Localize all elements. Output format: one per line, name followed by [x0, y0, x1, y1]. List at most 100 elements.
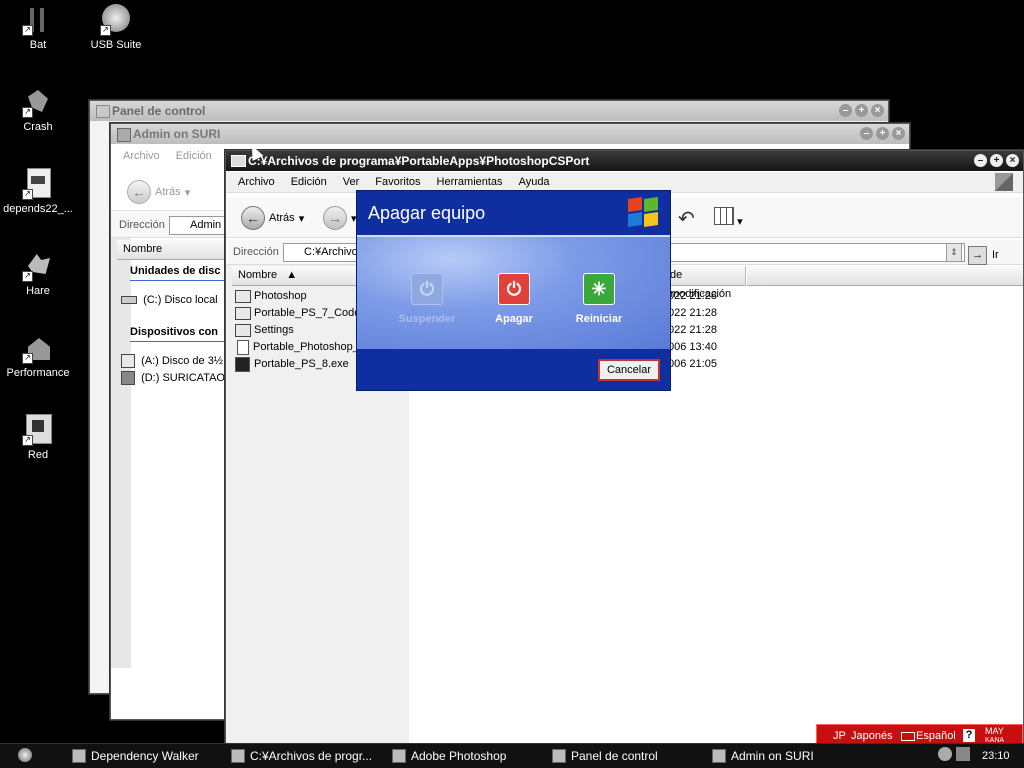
hard-drive-icon: [121, 296, 137, 305]
back-button[interactable]: ← Atrás ▾: [241, 206, 304, 230]
task-dependency-walker[interactable]: Dependency Walker: [72, 747, 199, 765]
computer-icon: [712, 749, 726, 763]
file-date: 022 21:28: [668, 324, 717, 336]
minimize-button[interactable]: –: [974, 154, 987, 167]
app-icon: [72, 749, 86, 763]
task-explorer[interactable]: C:¥Archivos de progr...: [231, 747, 372, 765]
column-header-modified[interactable]: de modificación: [664, 266, 746, 300]
menu-herramientas[interactable]: Herramientas: [429, 172, 511, 192]
tray-icon-network[interactable]: [956, 747, 970, 761]
maximize-button[interactable]: +: [990, 154, 1003, 167]
desktop-icon-hare[interactable]: ↗ Hare: [0, 250, 76, 297]
address-dropdown-button[interactable]: ⇕: [946, 243, 962, 262]
menu-ver[interactable]: Ver: [335, 172, 368, 192]
desktop-icon-depends[interactable]: ↗ depends22_...: [0, 168, 76, 215]
file-row[interactable]: Settings: [235, 322, 294, 339]
menu-archivo[interactable]: Archivo: [115, 146, 168, 166]
folder-icon: [231, 749, 245, 763]
column-header-name[interactable]: Nombre ▲: [232, 266, 359, 286]
suspend-button: ⏻ Suspender: [382, 273, 472, 325]
maximize-button[interactable]: +: [876, 127, 889, 140]
performance-icon: ↗: [22, 332, 54, 364]
close-button[interactable]: ×: [1006, 154, 1019, 167]
desktop-icon-crash[interactable]: ↗ Crash: [0, 86, 76, 133]
control-panel-titlebar[interactable]: Panel de control – + ×: [90, 101, 888, 121]
help-icon[interactable]: ?: [963, 729, 975, 742]
section-header-drives: Unidades de disc: [130, 265, 221, 277]
folder-icon: [235, 289, 251, 303]
task-control-panel[interactable]: Panel de control: [552, 747, 658, 765]
cancel-button[interactable]: Cancelar: [598, 359, 660, 381]
keyboard-icon: [901, 732, 915, 741]
undo-icon[interactable]: ↶: [678, 206, 695, 231]
file-row[interactable]: Portable_Photoshop_: [237, 339, 359, 356]
forward-button[interactable]: → ▾: [323, 206, 357, 230]
menu-edicion[interactable]: Edición: [168, 146, 220, 166]
restart-icon: ✳: [583, 273, 615, 305]
task-admin[interactable]: Admin on SURI: [712, 747, 814, 765]
minimize-button[interactable]: –: [860, 127, 873, 140]
bat-icon: ↗: [22, 4, 54, 36]
windows-flag-icon: [628, 197, 658, 227]
cd-drive-icon: [121, 371, 135, 386]
restart-button[interactable]: ✳ Reiniciar: [554, 273, 644, 325]
maximize-button[interactable]: +: [855, 104, 868, 117]
explorer-titlebar[interactable]: C:¥Archivos de programa¥PortableApps¥Pho…: [226, 151, 1023, 171]
file-row[interactable]: Portable_PS_8.exe: [235, 356, 349, 373]
drive-label: (D:) SURICATAO.: [141, 372, 229, 384]
desktop-icon-label: Crash: [23, 121, 53, 133]
go-button[interactable]: → Ir: [968, 243, 999, 267]
close-button[interactable]: ×: [871, 104, 884, 117]
folder-icon: [235, 306, 251, 320]
menu-edicion[interactable]: Edición: [283, 172, 335, 192]
desktop-icon-label: depends22_...: [3, 203, 73, 215]
close-button[interactable]: ×: [892, 127, 905, 140]
back-button[interactable]: ← Atrás ▾: [127, 180, 190, 204]
suspend-label: Suspender: [398, 313, 456, 325]
address-label: Dirección: [233, 246, 279, 258]
text-document-icon: [237, 339, 249, 355]
drive-a-item[interactable]: (A:) Disco de 3½: [121, 353, 223, 370]
shutdown-button[interactable]: ⏻ Apagar: [469, 273, 559, 325]
desktop-icon-red[interactable]: ↗ Red: [0, 414, 76, 461]
desktop-icon-label: USB Suite: [90, 39, 142, 51]
computer-icon: [117, 128, 131, 142]
start-button[interactable]: [18, 748, 32, 762]
column-header-name[interactable]: Nombre: [117, 240, 230, 260]
file-row[interactable]: Portable_PS_7_Code: [235, 305, 360, 322]
menu-archivo[interactable]: Archivo: [230, 172, 283, 192]
file-name: Portable_PS_8.exe: [254, 358, 349, 370]
file-date: 022 21:28: [668, 290, 717, 302]
drive-d-item[interactable]: (D:) SURICATAO.: [121, 370, 228, 387]
drive-label: (C:) Disco local: [143, 294, 218, 306]
dropdown-arrow-icon: ▾: [737, 216, 743, 228]
menu-favoritos[interactable]: Favoritos: [367, 172, 428, 192]
views-grid-icon: [714, 207, 734, 225]
minimize-button[interactable]: –: [839, 104, 852, 117]
shutdown-dialog[interactable]: Apagar equipo ⏻ Suspender ⏻ Apagar ✳ Rei…: [356, 190, 671, 391]
file-name: Photoshop: [254, 290, 307, 302]
clock[interactable]: 23:10: [982, 747, 1010, 765]
floppy-icon: [121, 354, 135, 369]
drive-c-item[interactable]: (C:) Disco local: [121, 292, 218, 309]
menu-ayuda[interactable]: Ayuda: [511, 172, 558, 192]
file-date: 006 21:05: [668, 358, 717, 370]
admin-titlebar[interactable]: Admin on SURI – + ×: [111, 124, 909, 144]
desktop-icon-performance[interactable]: ↗ Performance: [0, 332, 76, 379]
desktop-icon-bat[interactable]: ↗ Bat: [0, 4, 76, 51]
photoshop-icon: [392, 749, 406, 763]
file-date: 022 21:28: [668, 307, 717, 319]
dialog-header: Apagar equipo: [357, 191, 670, 235]
folder-icon: [231, 155, 246, 167]
task-photoshop[interactable]: Adobe Photoshop: [392, 747, 506, 765]
file-row[interactable]: Photoshop: [235, 288, 307, 305]
dropdown-arrow-icon: ▾: [298, 212, 305, 225]
tray-icon-shield[interactable]: [938, 747, 952, 761]
go-label: Ir: [992, 249, 999, 261]
column-header-label: Nombre: [238, 269, 278, 281]
column-header-empty: [747, 266, 1023, 286]
dialog-body: ⏻ Suspender ⏻ Apagar ✳ Reiniciar: [357, 235, 670, 351]
views-button[interactable]: ▾: [714, 207, 743, 228]
taskbar: Dependency Walker C:¥Archivos de progr..…: [0, 743, 1024, 768]
desktop-icon-usb-suite[interactable]: ↗ USB Suite: [78, 4, 154, 51]
